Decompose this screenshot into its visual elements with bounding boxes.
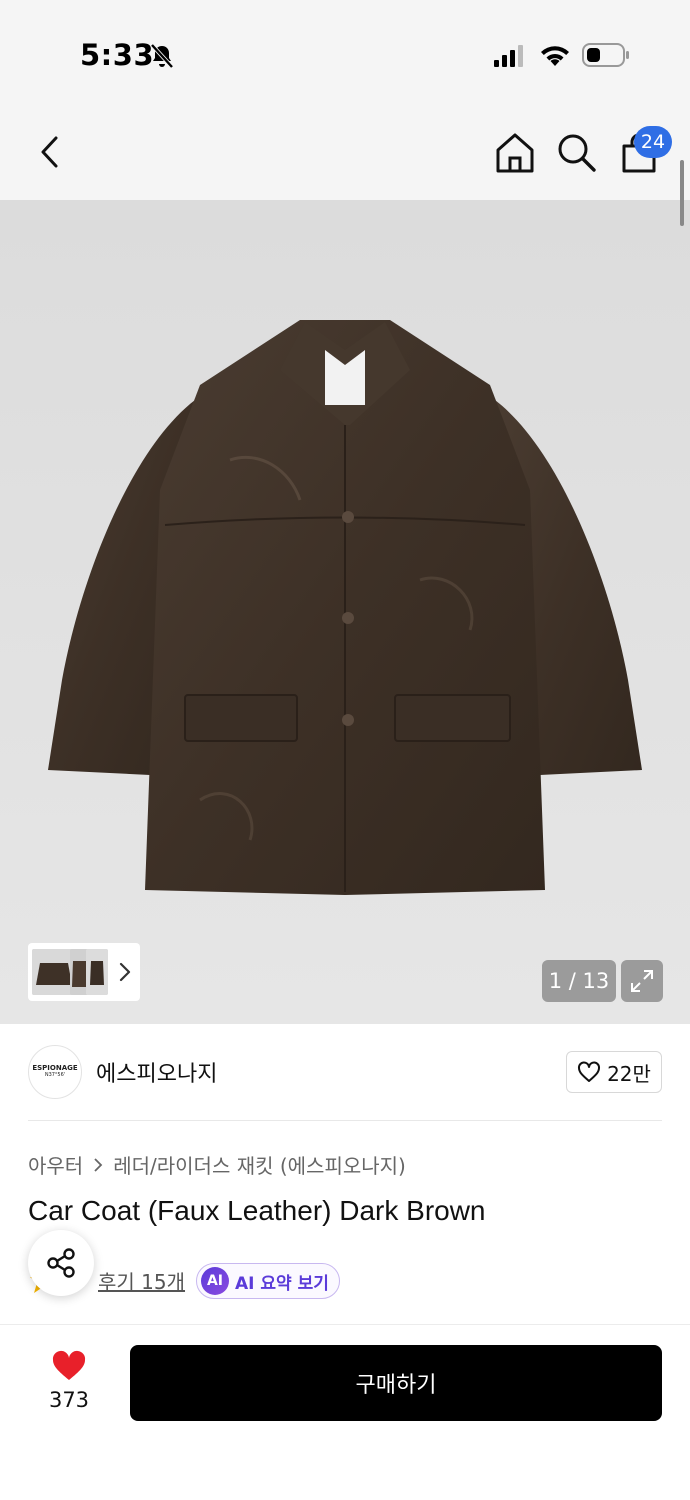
cellular-signal-icon (494, 45, 523, 67)
brand-logo[interactable]: ESPIONAGE N37°56' (28, 1045, 82, 1099)
share-icon (47, 1248, 75, 1278)
ai-badge-icon: AI (201, 1267, 229, 1295)
breadcrumb-category[interactable]: 아우터 (28, 1150, 83, 1179)
image-page-counter: 1 / 13 (542, 960, 616, 1002)
brand-like-count: 22만 (607, 1061, 651, 1086)
nav-header (0, 110, 690, 200)
thumbnail-jacket-image (86, 949, 108, 995)
review-link[interactable]: 후기 15개 (98, 1266, 185, 1295)
bell-slash-icon (150, 43, 174, 69)
ai-summary-button[interactable]: AI AI 요약 보기 (196, 1263, 340, 1299)
scrollbar[interactable] (680, 160, 684, 226)
heart-outline-icon (578, 1061, 601, 1082)
status-time: 5:33 (80, 38, 155, 72)
ai-summary-label: AI 요약 보기 (235, 1273, 329, 1294)
share-button[interactable] (28, 1230, 94, 1296)
breadcrumb-subcategory[interactable]: 레더/라이더스 재킷 (에스피오나지) (113, 1150, 406, 1179)
home-icon[interactable] (492, 130, 538, 176)
battery-icon (582, 43, 629, 67)
heart-filled-icon (52, 1350, 86, 1380)
product-title: Car Coat (Faux Leather) Dark Brown (28, 1195, 486, 1226)
brand-logo-sub: N37°56' (44, 1072, 66, 1079)
chevron-left-icon (41, 136, 58, 168)
wifi-icon (541, 46, 569, 66)
status-bar: 5:33 (0, 0, 690, 110)
divider (28, 1120, 662, 1121)
search-icon[interactable] (554, 130, 600, 176)
thumbnail-3[interactable] (86, 949, 108, 995)
thumbnail-strip[interactable] (28, 943, 140, 1001)
product-image (0, 200, 690, 1024)
brand-name[interactable]: 에스피오나지 (96, 1056, 217, 1088)
divider (0, 1324, 690, 1325)
back-button[interactable] (28, 130, 72, 174)
chevron-right-icon (94, 1157, 103, 1172)
buy-button[interactable]: 구매하기 (130, 1345, 662, 1421)
chevron-right-icon (119, 962, 131, 982)
cart-count-badge: 24 (634, 126, 672, 158)
product-like-button[interactable]: 373 (40, 1350, 98, 1412)
fullscreen-button[interactable] (621, 960, 663, 1002)
breadcrumb: 아우터 레더/라이더스 재킷 (에스피오나지) (28, 1150, 406, 1179)
brand-like-button[interactable]: 22만 (566, 1051, 662, 1093)
product-image-gallery[interactable]: 1 / 13 (0, 200, 690, 1024)
expand-icon (631, 970, 653, 992)
product-like-count: 373 (48, 1388, 90, 1412)
